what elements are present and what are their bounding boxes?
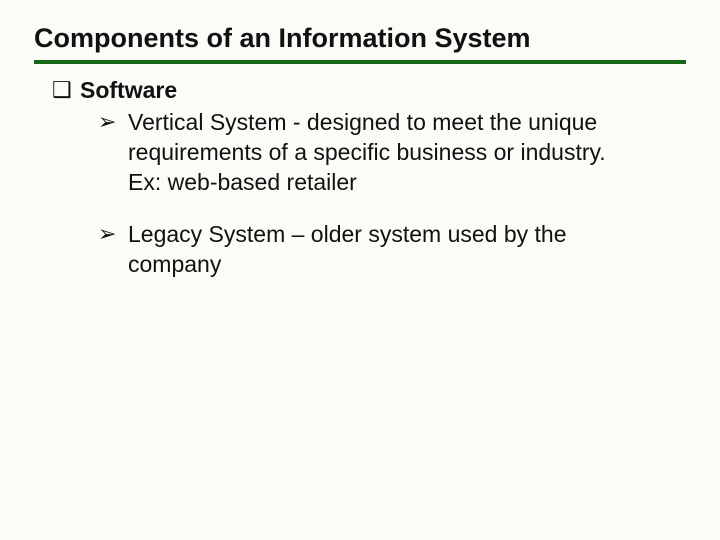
square-bullet-icon: ❑ bbox=[52, 76, 80, 106]
arrow-bullet-icon: ➢ bbox=[98, 108, 128, 198]
arrow-bullet-icon: ➢ bbox=[98, 220, 128, 280]
list-item-text: Legacy System – older system used by the… bbox=[128, 220, 618, 280]
slide-title: Components of an Information System bbox=[34, 22, 686, 64]
slide: Components of an Information System ❑ So… bbox=[0, 0, 720, 540]
slide-content: ❑ Software ➢ Vertical System - designed … bbox=[34, 76, 686, 279]
list-item: ❑ Software bbox=[52, 76, 686, 106]
list-item: ➢ Vertical System - designed to meet the… bbox=[98, 108, 686, 198]
section-heading: Software bbox=[80, 76, 177, 106]
list-item: ➢ Legacy System – older system used by t… bbox=[98, 220, 686, 280]
list-item-text: Vertical System - designed to meet the u… bbox=[128, 108, 618, 198]
